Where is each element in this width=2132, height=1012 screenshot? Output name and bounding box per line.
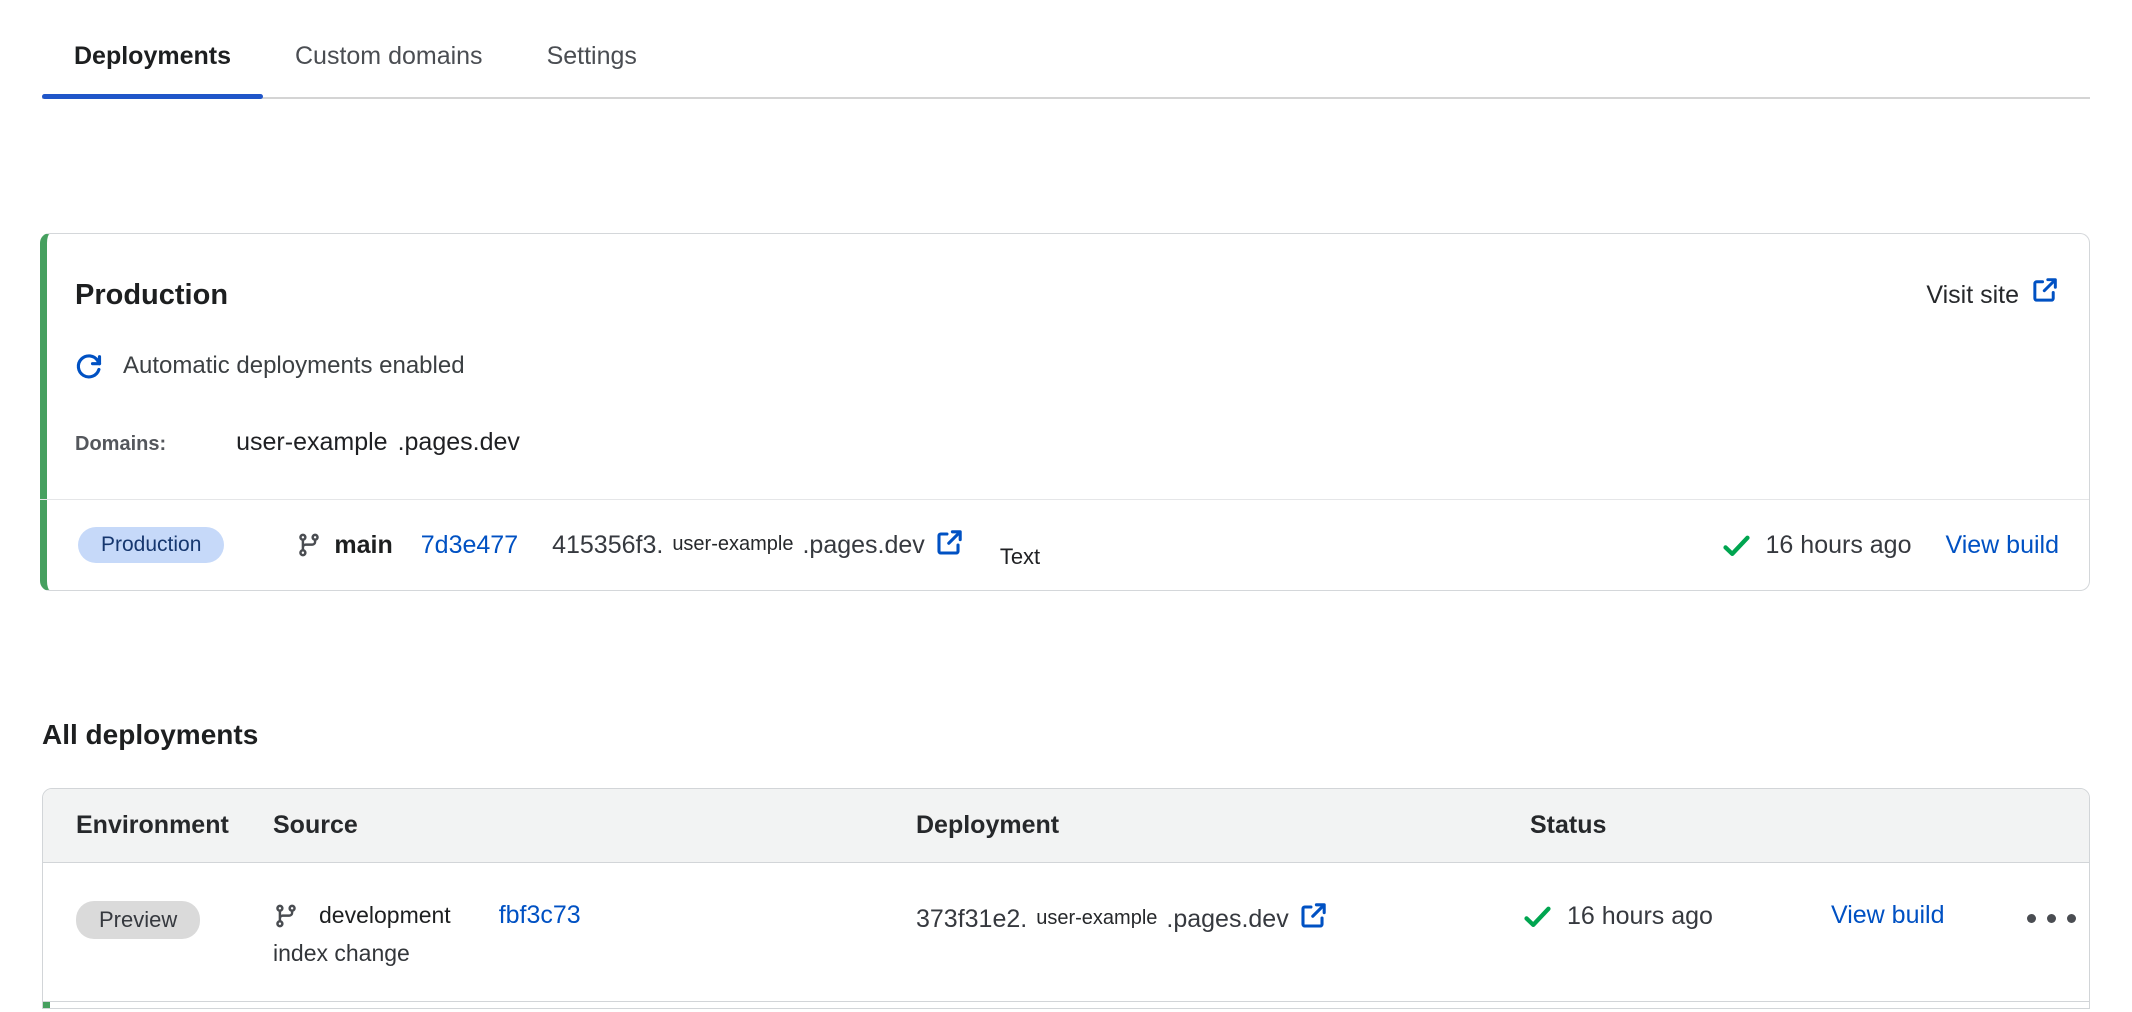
domains-label: Domains: xyxy=(75,429,166,459)
commit-message: Text xyxy=(1000,544,1040,570)
git-branch-icon xyxy=(296,532,322,558)
table-header-row: Environment Source Deployment Status xyxy=(43,789,2089,863)
deployment-url-prefix: 415356f3. xyxy=(552,531,663,560)
refresh-icon xyxy=(75,352,103,380)
tab-custom-domains[interactable]: Custom domains xyxy=(263,24,515,97)
next-row-green-indicator xyxy=(43,1002,2089,1008)
tab-deployments[interactable]: Deployments xyxy=(42,24,263,97)
deployment-time: 16 hours ago xyxy=(1567,902,1713,931)
auto-deployments-status: Automatic deployments enabled xyxy=(75,351,2059,381)
deployments-table: Environment Source Deployment Status Pre… xyxy=(42,788,2090,1009)
domain-suffix: .pages.dev xyxy=(398,427,520,457)
table-row: Preview development fbf3c73 index change… xyxy=(43,863,2089,1002)
deployment-url-name: user-example xyxy=(1036,907,1157,930)
production-card-title: Production xyxy=(75,278,228,312)
tab-settings[interactable]: Settings xyxy=(515,24,669,97)
branch-name: development xyxy=(319,902,451,929)
deployment-url-prefix: 373f31e2. xyxy=(916,905,1027,934)
deployment-url-suffix: .pages.dev xyxy=(802,531,924,560)
deployment-time: 16 hours ago xyxy=(1766,531,1912,560)
success-check-icon xyxy=(1721,530,1752,561)
environment-badge-preview: Preview xyxy=(76,901,200,939)
visit-site-link[interactable]: Visit site xyxy=(1926,276,2059,313)
column-header-source: Source xyxy=(273,811,916,840)
deployment-url: 415356f3. user-example .pages.dev xyxy=(552,528,964,562)
column-header-environment: Environment xyxy=(76,811,273,840)
git-branch-icon xyxy=(273,903,299,929)
domain-name: user-example xyxy=(236,427,387,457)
success-check-icon xyxy=(1522,901,1553,932)
external-link-icon xyxy=(2031,276,2059,313)
three-dots-menu-icon[interactable] xyxy=(2027,902,2076,923)
tab-bar: Deployments Custom domains Settings xyxy=(42,24,2090,99)
visit-site-label: Visit site xyxy=(1926,278,2019,312)
production-card: Production Visit site Automatic deployme… xyxy=(40,233,2090,591)
environment-badge-production: Production xyxy=(78,527,224,563)
deployment-url-name: user-example xyxy=(672,533,793,556)
deployment-url: 373f31e2. user-example .pages.dev xyxy=(916,901,1328,937)
commit-link[interactable]: fbf3c73 xyxy=(499,901,581,930)
auto-deployments-text: Automatic deployments enabled xyxy=(123,351,465,381)
commit-message: index change xyxy=(273,938,916,968)
external-link-icon[interactable] xyxy=(1299,901,1328,937)
external-link-icon[interactable] xyxy=(935,528,964,562)
deployment-url-suffix: .pages.dev xyxy=(1166,905,1288,934)
branch-name: main xyxy=(334,531,392,560)
production-deployment-row: Production main 7d3e477 415356f3. user-e… xyxy=(40,499,2089,590)
view-build-link[interactable]: View build xyxy=(1945,531,2059,560)
view-build-link[interactable]: View build xyxy=(1831,901,1945,929)
column-header-deployment: Deployment xyxy=(916,811,1530,840)
all-deployments-heading: All deployments xyxy=(42,719,258,751)
domains-row: Domains: user-example .pages.dev xyxy=(75,427,2059,499)
column-header-status: Status xyxy=(1530,811,1831,840)
commit-link[interactable]: 7d3e477 xyxy=(421,531,518,560)
